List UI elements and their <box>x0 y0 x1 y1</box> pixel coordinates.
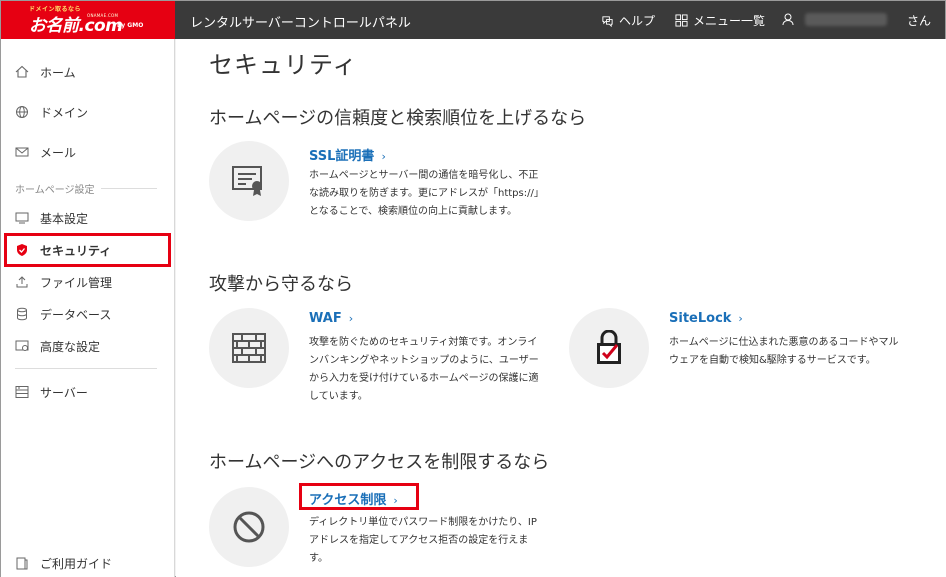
home-icon <box>15 65 29 78</box>
desc-line: な読み取りを防ぎます。更にアドレスが「https://」 <box>309 188 544 199</box>
monitor-icon <box>15 212 29 224</box>
prohibited-icon <box>233 511 265 543</box>
section-divider <box>101 188 157 189</box>
chevron-right-icon: › <box>381 150 386 163</box>
waf-icon-circle <box>209 308 289 388</box>
desc-line: 攻撃を防ぐためのセキュリティ対策です。オンライ <box>309 337 538 348</box>
sidebar-item-database[interactable]: データベース <box>1 300 175 328</box>
sidebar-item-guide[interactable]: ご利用ガイド <box>1 549 175 577</box>
main-content: セキュリティ ホームページの信頼度と検索順位を上げるなら SSL証明書 › ホーム… <box>176 39 946 577</box>
logo-gmo: by GMO <box>117 22 144 29</box>
sitelock-description: ホームページに仕込まれた悪意のあるコードやマル ウェアを自動で検知&駆除するサー… <box>669 334 899 370</box>
upload-icon <box>16 276 28 288</box>
section-heading-access: ホームページへのアクセスを制限するなら <box>209 452 550 473</box>
advanced-settings-icon <box>15 340 29 351</box>
sidebar-item-home[interactable]: ホーム <box>1 58 175 86</box>
top-header: ドメイン取るなら お名前.com ONAMAE.COM by GMO レンタルサ… <box>1 1 945 39</box>
database-icon <box>17 307 27 321</box>
sitelock-lock-icon <box>597 330 621 364</box>
menu-list-label: メニュー一覧 <box>693 14 766 28</box>
desc-line: となることで、検索順位の向上に貢献します。 <box>309 206 517 217</box>
book-icon <box>16 557 28 570</box>
waf-link[interactable]: WAF › <box>309 311 353 326</box>
section-heading-attack: 攻撃から守るなら <box>209 274 353 295</box>
onamae-logo[interactable]: ドメイン取るなら お名前.com ONAMAE.COM by GMO <box>1 1 175 39</box>
desc-line: ンバンキングやネットショップのように、ユーザー <box>309 355 539 366</box>
sidebar-item-advanced-settings[interactable]: 高度な設定 <box>1 332 175 360</box>
section-heading-trust: ホームページの信頼度と検索順位を上げるなら <box>209 108 587 129</box>
menu-list-link[interactable]: メニュー一覧 <box>675 12 765 29</box>
access-icon-circle <box>209 487 289 567</box>
app-title: レンタルサーバーコントロールパネル <box>190 16 411 31</box>
section-label-website: ホームページ設定 <box>15 185 95 196</box>
chevron-right-icon: › <box>348 312 354 325</box>
help-label: ヘルプ <box>619 14 656 28</box>
mail-icon <box>15 147 29 157</box>
user-suffix[interactable]: さん <box>907 12 931 29</box>
sidebar-item-label: ドメイン <box>40 105 89 120</box>
desc-line: ホームページに仕込まれた悪意のあるコードやマル <box>669 337 899 348</box>
desc-line: ディレクトリ単位でパスワード制限をかけたり、IP <box>309 517 537 528</box>
help-link[interactable]: ヘルプ <box>601 12 655 29</box>
grid-icon <box>675 14 688 27</box>
help-icon <box>602 16 613 27</box>
desc-line: ウェアを自動で検知&駆除するサービスです。 <box>669 355 876 366</box>
ssl-description: ホームページとサーバー間の通信を暗号化し、不正 な読み取りを防ぎます。更にアドレ… <box>309 167 544 221</box>
waf-title: WAF <box>309 311 342 326</box>
sidebar-item-label: ファイル管理 <box>40 275 113 290</box>
desc-line: す。 <box>309 553 328 564</box>
globe-icon <box>16 106 28 118</box>
desc-line: ホームページとサーバー間の通信を暗号化し、不正 <box>309 170 539 181</box>
sidebar-item-server[interactable]: サーバー <box>1 378 175 406</box>
ssl-icon-circle <box>209 141 289 221</box>
sidebar-item-domain[interactable]: ドメイン <box>1 98 175 126</box>
page-title: セキュリティ <box>209 51 358 79</box>
desc-line: から入力を受け付けているホームページの保護に適 <box>309 373 539 384</box>
sidebar-item-file-manager[interactable]: ファイル管理 <box>1 268 175 296</box>
ssl-link[interactable]: SSL証明書 › <box>309 145 386 164</box>
access-restriction-highlight-box <box>299 483 419 510</box>
sidebar: ホーム ドメイン メール ホームページ設定 基本設定 セキュリティ ファイル管理… <box>1 39 175 577</box>
sidebar-item-label: 基本設定 <box>40 211 89 226</box>
sidebar-divider <box>15 368 157 369</box>
access-restriction-description: ディレクトリ単位でパスワード制限をかけたり、IP アドレスを指定してアクセス拒否… <box>309 514 537 568</box>
certificate-icon <box>232 166 262 196</box>
sidebar-item-label: サーバー <box>40 385 88 400</box>
security-highlight-box <box>4 233 171 267</box>
waf-description: 攻撃を防ぐためのセキュリティ対策です。オンライ ンバンキングやネットショップのよ… <box>309 334 539 406</box>
sidebar-item-label: ホーム <box>40 65 76 80</box>
user-icon <box>782 13 794 26</box>
desc-line: しています。 <box>309 391 368 402</box>
server-icon <box>15 386 29 398</box>
chevron-right-icon: › <box>738 312 743 325</box>
sitelock-icon-circle <box>569 308 649 388</box>
sidebar-item-label: メール <box>40 145 77 160</box>
sidebar-item-mail[interactable]: メール <box>1 138 175 166</box>
sidebar-item-label: 高度な設定 <box>40 339 101 354</box>
firewall-icon <box>232 333 266 363</box>
sidebar-item-label: ご利用ガイド <box>40 556 113 571</box>
desc-line: アドレスを指定してアクセス拒否の設定を行えま <box>309 535 529 546</box>
sidebar-item-label: データベース <box>40 307 112 322</box>
sitelock-title: SiteLock <box>669 311 732 326</box>
logo-subtext: ONAMAE.COM <box>87 13 119 18</box>
user-name-redacted <box>805 13 887 26</box>
sitelock-link[interactable]: SiteLock › <box>669 311 743 326</box>
ssl-title: SSL証明書 <box>309 149 375 164</box>
sidebar-item-basic-settings[interactable]: 基本設定 <box>1 204 175 232</box>
